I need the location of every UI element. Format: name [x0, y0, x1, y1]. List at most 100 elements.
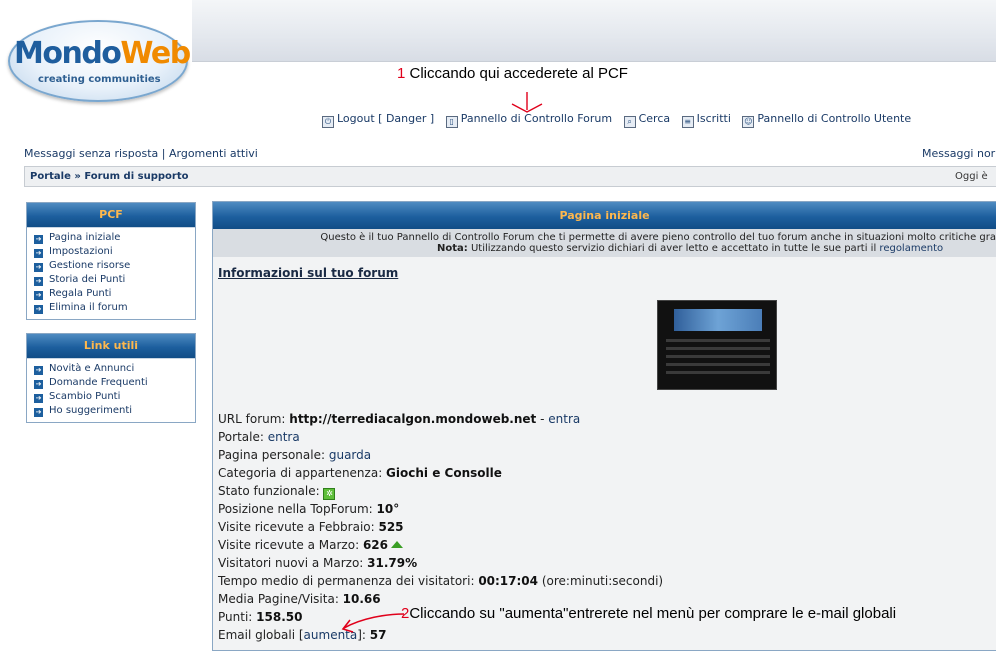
unanswered-link[interactable]: Messaggi senza risposta — [24, 147, 158, 160]
sidebar-item-label: Domande Frequenti — [49, 377, 148, 388]
sidebar-item-label: Regala Punti — [49, 288, 112, 299]
enter-forum-link[interactable]: entra — [548, 412, 580, 426]
sidebar-pcf-title: PCF — [27, 203, 195, 227]
thumbnail-row — [666, 355, 770, 358]
logo-mondo: Mondo — [14, 36, 122, 71]
stat-febbraio: Visite ricevute a Febbraio: 525 — [218, 518, 663, 536]
thumbnail-row — [666, 347, 770, 350]
annotation-2: 2Cliccando su "aumenta"entrerete nel men… — [401, 605, 896, 622]
sidebar-item-label: Scambio Punti — [49, 391, 121, 402]
thumbnail-row — [666, 371, 770, 374]
arrow-bullet-icon: ➔ — [34, 380, 43, 389]
stat-value: Giochi e Consolle — [386, 466, 502, 480]
sidebar-item-suggerimenti[interactable]: ➔ Ho suggerimenti — [34, 404, 191, 418]
stat-value: 158.50 — [256, 610, 303, 624]
stat-pagina: Pagina personale: guarda — [218, 446, 663, 464]
logout-icon: ⏻ — [322, 116, 334, 128]
stat-label: Visite ricevute a Marzo: — [218, 538, 363, 552]
sidebar-item-regala-punti[interactable]: ➔ Regala Punti — [34, 287, 191, 301]
arrow-bullet-icon: ➔ — [34, 235, 43, 244]
breadcrumb-path: Portale » Forum di supporto — [30, 171, 188, 182]
sidebar-item-impostazioni[interactable]: ➔ Impostazioni — [34, 245, 191, 259]
sidebar-item-label: Impostazioni — [49, 246, 113, 257]
info-title: Informazioni sul tuo forum — [218, 266, 399, 280]
stat-label: Pagina personale: — [218, 448, 329, 462]
stat-value: 31.79% — [367, 556, 418, 570]
search-label: Cerca — [638, 112, 671, 125]
enter-portal-link[interactable]: entra — [268, 430, 300, 444]
arrow-bullet-icon: ➔ — [34, 408, 43, 417]
sidebar-item-faq[interactable]: ➔ Domande Frequenti — [34, 376, 191, 390]
stat-value: 00:17:04 — [478, 574, 539, 588]
sidebar-item-scambio-punti[interactable]: ➔ Scambio Punti — [34, 390, 191, 404]
stat-portale: Portale: entra — [218, 428, 663, 446]
sidebar-item-novita[interactable]: ➔ Novità e Annunci — [34, 362, 191, 376]
user-panel-link[interactable]: ☺ Pannello di Controllo Utente — [742, 112, 911, 128]
stat-tempo: Tempo medio di permanenza dei visitatori… — [218, 572, 663, 590]
annotation-1-text: Cliccando qui accederete al PCF — [405, 65, 628, 82]
new-posts-link[interactable]: Messaggi nor — [922, 147, 995, 160]
stat-label: Stato funzionale: — [218, 484, 324, 498]
header-band — [192, 0, 996, 62]
rules-link[interactable]: regolamento — [879, 243, 943, 254]
stat-unit: (ore:minuti:secondi) — [538, 574, 664, 588]
active-topics-link[interactable]: Argomenti attivi — [169, 147, 258, 160]
thumbnail-row — [666, 339, 770, 342]
sidebar-item-label: Elimina il forum — [49, 302, 128, 313]
breadcrumb-forum[interactable]: Forum di supporto — [84, 171, 188, 182]
main-panel: Pagina iniziale Questo è il tuo Pannello… — [212, 201, 996, 651]
sidebar-item-storia-punti[interactable]: ➔ Storia dei Punti — [34, 273, 191, 287]
arrow-bullet-icon: ➔ — [34, 249, 43, 258]
notice-box: Questo è il tuo Pannello di Controllo Fo… — [213, 229, 996, 257]
logout-link[interactable]: ⏻ Logout [ Danger ] — [322, 112, 435, 128]
pcf-link[interactable]: ▯ Pannello di Controllo Forum — [445, 112, 612, 128]
stat-label: Visite ricevute a Febbraio: — [218, 520, 379, 534]
stat-label: Media Pagine/Visita: — [218, 592, 343, 606]
breadcrumb: Portale » Forum di supporto Oggi è — [24, 166, 996, 187]
members-label: Iscritti — [696, 112, 731, 125]
sidebar-item-pagina-iniziale[interactable]: ➔ Pagina iniziale — [34, 231, 191, 245]
arrow-bullet-icon: ➔ — [34, 277, 43, 286]
sidebar-item-label: Pagina iniziale — [49, 232, 121, 243]
arrow-bullet-icon: ➔ — [34, 394, 43, 403]
quick-links: Messaggi senza risposta | Argomenti atti… — [24, 147, 258, 160]
sidebar-pcf: PCF ➔ Pagina iniziale ➔ Impostazioni ➔ Gest… — [26, 202, 196, 320]
stat-label: Posizione nella TopForum: — [218, 502, 377, 516]
sidebar-item-elimina-forum[interactable]: ➔ Elimina il forum — [34, 301, 191, 315]
site-logo[interactable]: MondoWeb creating communities — [0, 0, 192, 110]
notice-line-2: Nota: Utilizzando questo servizio dichia… — [437, 243, 996, 254]
sidebar-item-label: Storia dei Punti — [49, 274, 126, 285]
stat-label: URL forum: — [218, 412, 290, 426]
stat-email: Email globali [aumenta]: 57 — [218, 626, 663, 644]
notice-text: Utilizzando questo servizio dichiari di … — [467, 243, 880, 254]
thumbnail-banner — [674, 309, 762, 331]
arrow-bullet-icon: ➔ — [34, 305, 43, 314]
up-arrow-icon — [391, 541, 403, 548]
logout-label: Logout [ Danger ] — [337, 112, 435, 125]
list-icon: ≡ — [681, 116, 694, 128]
notice-label: Nota: — [437, 243, 468, 254]
quick-sep: | — [158, 147, 169, 160]
stat-value: 10.66 — [342, 592, 381, 606]
sidebar-links-title: Link utili — [27, 334, 195, 358]
logo-wordmark: MondoWeb — [14, 36, 191, 71]
sidebar-item-gestione-risorse[interactable]: ➔ Gestione risorse — [34, 259, 191, 273]
stat-marzo: Visite ricevute a Marzo: 626 — [218, 536, 663, 554]
stat-nuovi: Visitatori nuovi a Marzo: 31.79% — [218, 554, 663, 572]
breadcrumb-portal[interactable]: Portale — [30, 171, 71, 182]
annotation-2-text: Cliccando su "aumenta"entrerete nel menù… — [409, 605, 897, 622]
breadcrumb-date: Oggi è — [955, 171, 988, 182]
view-page-link[interactable]: guarda — [329, 448, 371, 462]
arrow-bullet-icon: ➔ — [34, 263, 43, 272]
members-link[interactable]: ≡ Iscritti — [681, 112, 731, 128]
stat-sep: - — [536, 412, 549, 426]
sidebar-links: Link utili ➔ Novità e Annunci ➔ Domande Fr… — [26, 333, 196, 423]
main-title: Pagina iniziale — [213, 202, 996, 229]
stat-label: Visitatori nuovi a Marzo: — [218, 556, 368, 570]
stat-categoria: Categoria di appartenenza: Giochi e Cons… — [218, 464, 663, 482]
stat-stato: Stato funzionale: ✲ — [218, 482, 663, 500]
annotation-1: 1 Cliccando qui accederete al PCF — [397, 65, 628, 82]
annotation-2-arrow — [341, 613, 405, 633]
stat-url: URL forum: http://terrediacalgon.mondowe… — [218, 410, 663, 428]
search-link[interactable]: ⌕ Cerca — [623, 112, 671, 128]
